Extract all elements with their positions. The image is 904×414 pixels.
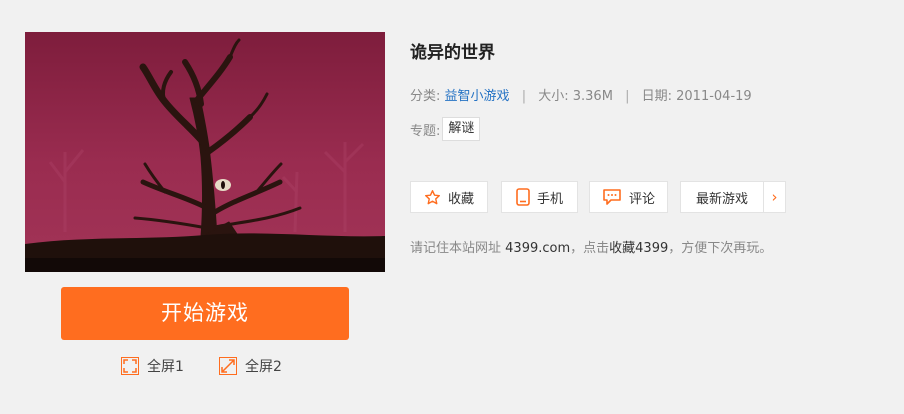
game-thumbnail[interactable]: [25, 32, 385, 272]
latest-games-button[interactable]: 最新游戏: [680, 181, 764, 213]
size-value: 3.36M: [572, 89, 613, 104]
category-label: 分类:: [410, 89, 441, 104]
mobile-label: 手机: [536, 191, 563, 207]
fullscreen-2-icon: [219, 357, 237, 375]
comment-icon: [603, 189, 621, 205]
chevron-right-icon: ›: [771, 188, 778, 206]
comment-button[interactable]: 评论: [589, 181, 668, 213]
topic-label: 专题:: [410, 123, 441, 139]
fullscreen-1-button[interactable]: 全屏1: [121, 356, 184, 376]
comment-label: 评论: [628, 191, 655, 207]
fullscreen-1-icon: [121, 357, 139, 375]
site-url: 4399.com: [505, 241, 571, 256]
date-value: 2011-04-19: [676, 89, 752, 104]
size-label: 大小:: [538, 89, 569, 104]
notice-text-3: ，方便下次再玩。: [668, 241, 773, 256]
divider: |: [625, 89, 630, 104]
bookmark-notice: 请记住本站网址 4399.com，点击收藏4399，方便下次再玩。: [410, 237, 772, 256]
game-title: 诡异的世界: [410, 43, 495, 63]
topic-row: 专题: 解谜: [410, 117, 481, 141]
favorite-label: 收藏: [447, 191, 474, 207]
favorite-button[interactable]: 收藏: [410, 181, 488, 213]
notice-text-1: 请记住本站网址: [410, 241, 502, 256]
more-arrow-button[interactable]: ›: [764, 181, 786, 213]
divider: |: [521, 89, 527, 104]
date-label: 日期:: [641, 89, 672, 104]
category-link[interactable]: 益智小游戏: [445, 89, 510, 104]
fullscreen-2-label: 全屏2: [245, 359, 282, 375]
star-icon: [424, 189, 440, 204]
fullscreen-2-button[interactable]: 全屏2: [219, 356, 282, 376]
fullscreen-1-label: 全屏1: [147, 359, 184, 375]
mobile-button[interactable]: 手机: [501, 181, 578, 213]
topic-tag[interactable]: 解谜: [442, 117, 481, 141]
phone-icon: [516, 188, 530, 206]
bookmark-site-link[interactable]: 收藏4399: [609, 241, 668, 256]
start-game-button[interactable]: 开始游戏: [61, 287, 349, 340]
latest-games-label: 最新游戏: [695, 191, 748, 207]
game-meta: 分类: 益智小游戏 | 大小: 3.36M | 日期: 2011-04-19: [410, 85, 752, 104]
notice-text-2: ，点击: [570, 241, 610, 256]
